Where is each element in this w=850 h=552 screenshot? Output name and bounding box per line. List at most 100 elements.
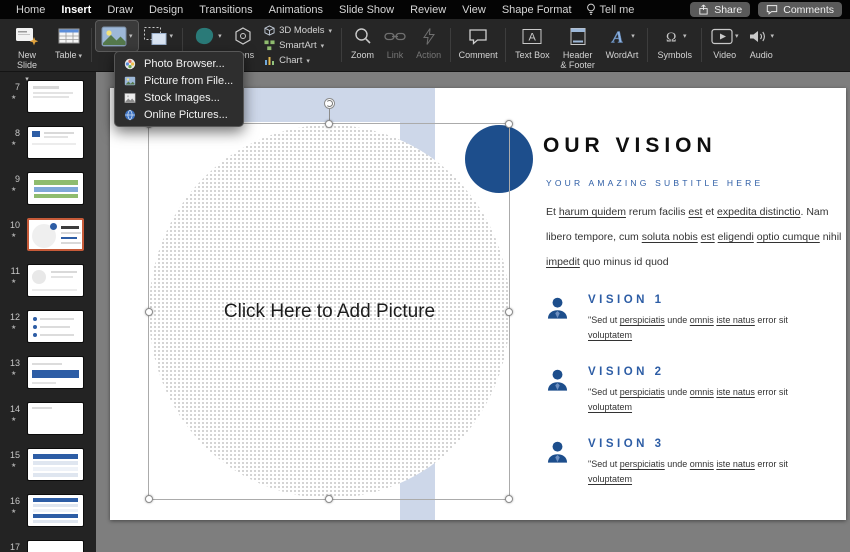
- tab-review[interactable]: Review: [402, 2, 454, 18]
- slide-number: 13: [9, 358, 20, 368]
- vision-item[interactable]: VISION 1 "Sed ut perspiciatis unde omnis…: [544, 294, 844, 342]
- picture-file-icon: [124, 76, 136, 85]
- action-icon: [422, 27, 435, 45]
- slide-thumbnail[interactable]: [27, 494, 84, 527]
- slide-thumbnail[interactable]: [27, 126, 84, 159]
- 3d-models-button[interactable]: 3D Models: [261, 23, 335, 37]
- link-button[interactable]: Link: [379, 21, 411, 63]
- share-label: Share: [714, 3, 743, 16]
- chevron-down-icon: [683, 30, 687, 41]
- table-button[interactable]: Table: [50, 21, 87, 64]
- animation-star-icon: [11, 462, 16, 469]
- new-slide-button[interactable]: New Slide: [4, 21, 50, 87]
- slide-number: 11: [10, 266, 20, 276]
- thumbnail-row: 8: [0, 121, 96, 167]
- menu-item-stock-images[interactable]: Stock Images...: [115, 89, 243, 106]
- vision-heading: VISION 3: [588, 438, 665, 450]
- svg-text:A: A: [611, 27, 623, 46]
- vision-item[interactable]: VISION 3 "Sed ut perspiciatis unde omnis…: [544, 438, 844, 486]
- animation-star-icon: [11, 416, 16, 423]
- menu-item-photo-browser[interactable]: Photo Browser...: [115, 55, 243, 72]
- powerpoint-window: Home Insert Draw Design Transitions Anim…: [0, 0, 850, 552]
- tab-animations[interactable]: Animations: [261, 2, 331, 18]
- slide-thumbnail[interactable]: [27, 448, 84, 481]
- selection-handle[interactable]: [325, 495, 333, 503]
- audio-button[interactable]: Audio: [743, 21, 779, 63]
- selection-handle[interactable]: [145, 307, 153, 316]
- pictures-button[interactable]: [95, 20, 139, 52]
- svg-text:Ω: Ω: [666, 30, 676, 45]
- 3d-models-icon: [264, 24, 275, 36]
- tab-insert[interactable]: Insert: [53, 2, 99, 18]
- share-button[interactable]: Share: [690, 2, 751, 17]
- zoom-button[interactable]: Zoom: [346, 21, 379, 63]
- zoom-icon: [354, 28, 371, 44]
- chevron-down-icon: [129, 30, 133, 41]
- tell-me[interactable]: Tell me: [586, 3, 634, 16]
- ribbon-divider: [91, 28, 93, 62]
- slide-thumbnail[interactable]: [27, 310, 84, 343]
- tab-transitions[interactable]: Transitions: [191, 2, 260, 18]
- illustrations-stack: 3D Models SmartArt Chart: [259, 21, 337, 69]
- slide-thumbnail[interactable]: [27, 356, 84, 389]
- selection-handle[interactable]: [505, 307, 513, 316]
- link-icon: [384, 32, 406, 40]
- smartart-button[interactable]: SmartArt: [261, 38, 335, 52]
- rotate-handle-icon[interactable]: [324, 98, 335, 109]
- audio-label: Audio: [749, 50, 773, 60]
- vision-list: VISION 1 "Sed ut perspiciatis unde omnis…: [544, 294, 844, 510]
- wordart-icon: A: [611, 27, 624, 46]
- header-footer-button[interactable]: Header & Footer: [555, 21, 601, 74]
- slide-thumbnail[interactable]: [27, 264, 84, 297]
- chart-button[interactable]: Chart: [261, 53, 335, 67]
- slide-thumbnail[interactable]: [27, 218, 84, 251]
- tab-shape-format[interactable]: Shape Format: [494, 2, 580, 18]
- vision-heading: VISION 1: [588, 294, 665, 306]
- menubar-right: Share Comments: [690, 2, 842, 17]
- comments-button[interactable]: Comments: [758, 2, 842, 17]
- vision-item[interactable]: VISION 2 "Sed ut perspiciatis unde omnis…: [544, 366, 844, 414]
- ribbon-group-symbols: Ω Symbols: [652, 21, 697, 69]
- comment-button[interactable]: Comment: [455, 21, 501, 63]
- tab-view[interactable]: View: [454, 2, 494, 18]
- animation-star-icon: [11, 324, 16, 331]
- menu-item-picture-from-file[interactable]: Picture from File...: [115, 72, 243, 89]
- pictures-dropdown-menu: Photo Browser... Picture from File... St…: [114, 51, 244, 127]
- photo-browser-icon: [124, 58, 136, 69]
- wordart-button[interactable]: A WordArt: [601, 21, 644, 63]
- tab-slide-show[interactable]: Slide Show: [331, 2, 402, 18]
- header-footer-label: Header & Footer: [560, 50, 595, 71]
- chevron-down-icon: [170, 30, 174, 41]
- menu-item-online-pictures[interactable]: Online Pictures...: [115, 106, 243, 123]
- tab-home[interactable]: Home: [8, 2, 53, 18]
- menu-item-label: Stock Images...: [144, 91, 220, 104]
- thumbnail-row-selected: 10: [0, 213, 96, 259]
- slide-subtitle[interactable]: YOUR AMAZING SUBTITLE HERE: [546, 178, 763, 188]
- tab-design[interactable]: Design: [141, 2, 191, 18]
- smartart-icon: [264, 39, 275, 50]
- 3d-models-label: 3D Models: [279, 24, 325, 36]
- selection-handle[interactable]: [145, 495, 153, 503]
- animation-star-icon: [11, 508, 16, 515]
- selection-handle[interactable]: [505, 495, 513, 503]
- animation-star-icon: [11, 232, 16, 239]
- text-box-button[interactable]: A Text Box: [510, 21, 555, 63]
- slide-number: 15: [9, 450, 20, 460]
- video-button[interactable]: Video: [706, 21, 744, 63]
- person-icon: [547, 441, 568, 463]
- selection-handle[interactable]: [505, 120, 513, 128]
- tab-draw[interactable]: Draw: [99, 2, 141, 18]
- comment-label: Comment: [458, 50, 498, 60]
- selection-handle[interactable]: [325, 120, 333, 128]
- slide-thumbnail[interactable]: [27, 402, 84, 435]
- table-icon: [58, 28, 80, 43]
- symbols-button[interactable]: Ω Symbols: [652, 21, 697, 63]
- slide-body-text[interactable]: Et harum quidem rerum facilis est et exp…: [546, 200, 846, 275]
- slide-thumbnail[interactable]: [27, 172, 84, 205]
- slide-thumbnail[interactable]: [27, 540, 84, 552]
- action-button[interactable]: Action: [411, 21, 446, 63]
- thumbnail-row: 9: [0, 167, 96, 213]
- screenshot-button[interactable]: [138, 21, 179, 51]
- animation-star-icon: [11, 140, 16, 147]
- slide-title[interactable]: OUR VISION: [543, 134, 717, 158]
